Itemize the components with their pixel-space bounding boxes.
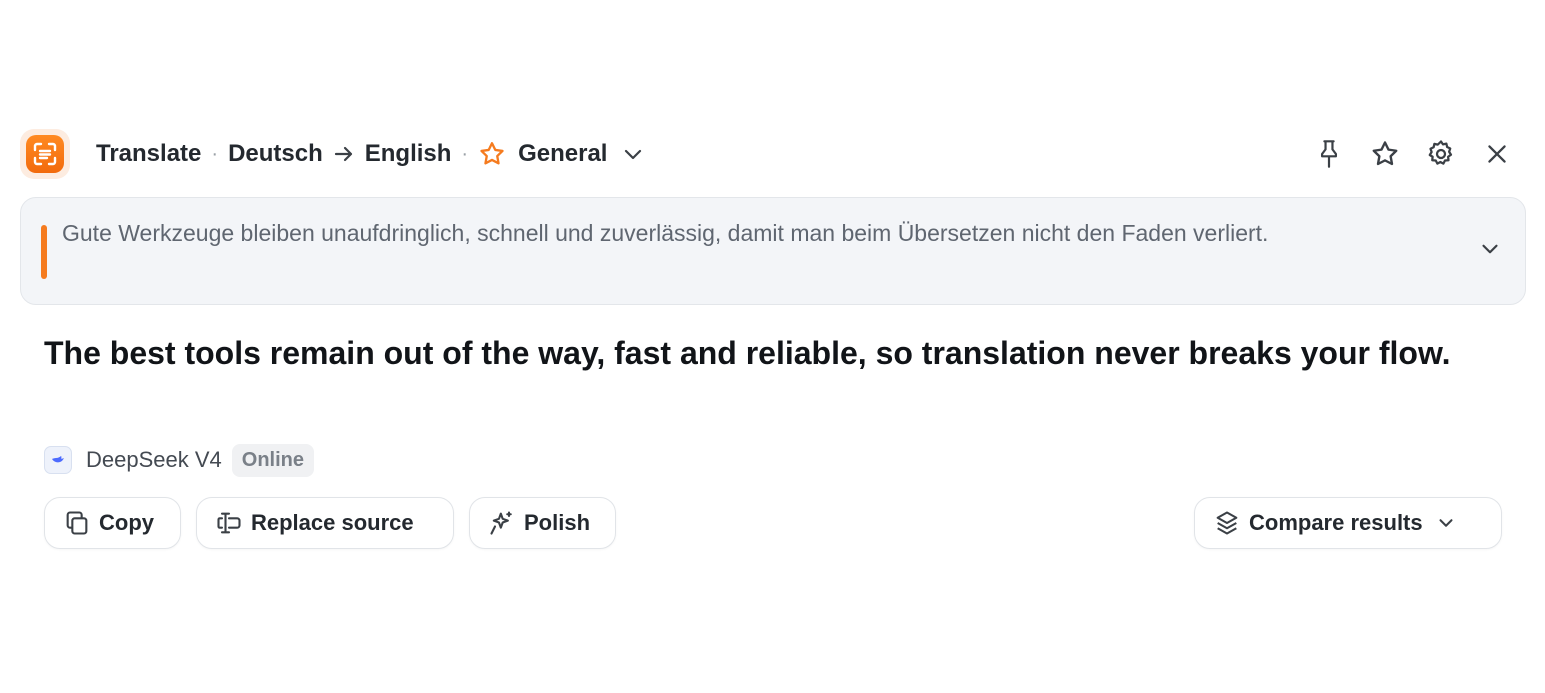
source-language[interactable]: Deutsch: [228, 140, 323, 168]
model-name: DeepSeek V4: [86, 447, 222, 472]
copy-icon: [66, 511, 88, 535]
title-bar: Translate · Deutsch English · General: [20, 128, 1528, 180]
layers-icon: [1216, 511, 1238, 535]
copy-label: Copy: [99, 510, 154, 535]
compare-results-button[interactable]: Compare results: [1194, 497, 1502, 549]
pin-icon[interactable]: [1312, 137, 1346, 171]
profile-label[interactable]: General: [518, 140, 607, 168]
replace-source-button[interactable]: Replace source: [196, 497, 454, 549]
separator-dot: ·: [461, 142, 469, 165]
chevron-down-icon[interactable]: [621, 142, 645, 166]
translation-breadcrumb: Translate · Deutsch English · General: [96, 140, 645, 168]
app-logo: [20, 129, 70, 179]
sparkles-icon: [490, 511, 512, 535]
mode-label: Translate: [96, 140, 202, 167]
source-accent-bar: [41, 225, 47, 279]
compare-results-label: Compare results: [1249, 510, 1423, 535]
arrow-right-icon: [333, 143, 355, 165]
close-icon[interactable]: [1480, 137, 1514, 171]
replace-icon: [217, 512, 241, 534]
replace-source-label: Replace source: [251, 510, 414, 535]
source-text: Gute Werkzeuge bleiben unaufdringlich, s…: [62, 220, 1269, 246]
translation-result: The best tools remain out of the way, fa…: [44, 335, 1451, 371]
separator-dot: ·: [211, 142, 219, 165]
profile-star-icon: [478, 140, 506, 168]
expand-chevron-icon[interactable]: [1477, 236, 1503, 267]
polish-label: Polish: [524, 510, 591, 535]
status-badge: Online: [231, 443, 314, 477]
target-language[interactable]: English: [365, 140, 452, 168]
model-info: DeepSeek V4 Online: [44, 442, 314, 478]
translate-logo-icon: [26, 135, 64, 173]
source-text-panel[interactable]: Gute Werkzeuge bleiben unaufdringlich, s…: [20, 197, 1526, 305]
window-actions: [1312, 137, 1528, 171]
deepseek-icon: [44, 446, 72, 474]
copy-button[interactable]: Copy: [44, 497, 181, 549]
chevron-down-icon: [1439, 519, 1453, 527]
star-icon[interactable]: [1368, 137, 1402, 171]
polish-button[interactable]: Polish: [469, 497, 616, 549]
gear-icon[interactable]: [1424, 137, 1458, 171]
